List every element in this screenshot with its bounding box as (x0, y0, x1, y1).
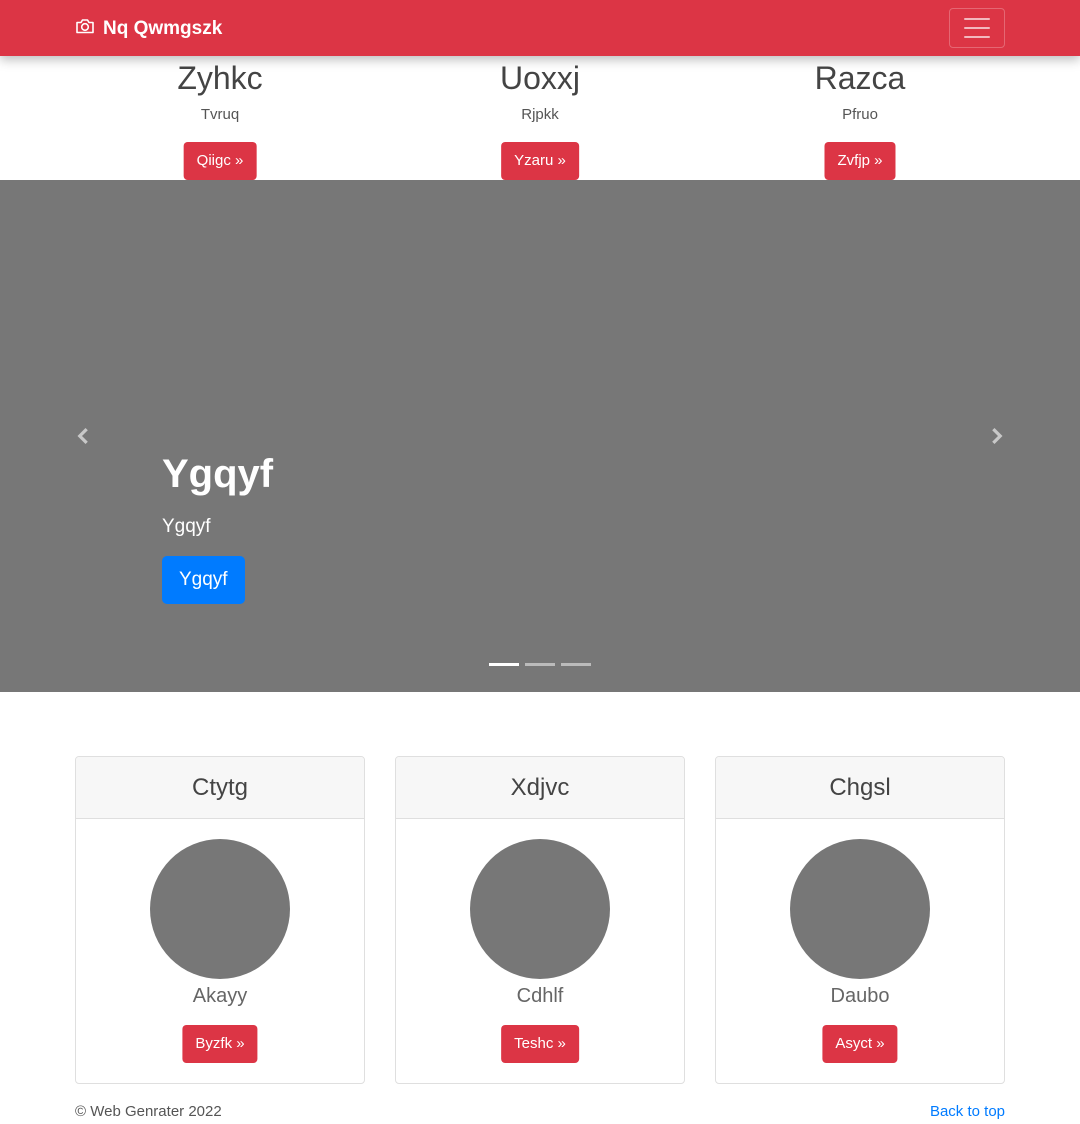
feature-text: Rjpkk (521, 106, 559, 123)
navbar: Nq Qwmgszk (0, 0, 1080, 56)
chevron-right-icon (986, 428, 1010, 452)
profile-card: Xdjvc Cdhlf Teshc » (395, 756, 685, 1084)
card-button[interactable]: Byzfk » (182, 1025, 258, 1063)
brand-name: Nq Qwmgszk (103, 18, 223, 39)
feature-text: Tvruq (200, 106, 240, 123)
feature-title: Uoxxj (499, 60, 580, 96)
feature-title: Razca (814, 60, 906, 96)
hamburger-menu-icon (964, 18, 990, 20)
feature-text: Pfruo (842, 106, 878, 123)
card-name: Akayy (192, 985, 248, 1007)
carousel: Ygqyf Ygqyf Ygqyf (0, 180, 1080, 692)
feature-title: Zyhkc (177, 60, 263, 96)
carousel-subtitle: Ygqyf (162, 516, 211, 537)
carousel-caption: Ygqyf Ygqyf Ygqyf (162, 452, 274, 604)
carousel-indicators (489, 663, 591, 666)
feature-button[interactable]: Yzaru » (501, 142, 579, 180)
navbar-toggler-button[interactable] (949, 8, 1005, 48)
feature-column: Razca Pfruo Zvfjp » (700, 56, 1020, 180)
brand-link[interactable]: Nq Qwmgszk (75, 16, 222, 42)
carousel-cta-button[interactable]: Ygqyf (162, 556, 245, 604)
camera-icon (75, 16, 95, 42)
card-header: Chgsl (716, 757, 1004, 819)
feature-button[interactable]: Qiigc » (183, 142, 257, 180)
avatar (790, 839, 930, 979)
profile-card: Ctytg Akayy Byzfk » (75, 756, 365, 1084)
card-header: Ctytg (76, 757, 364, 819)
feature-column: Uoxxj Rjpkk Yzaru » (380, 56, 700, 180)
carousel-indicator[interactable] (489, 663, 519, 666)
carousel-title: Ygqyf (162, 452, 274, 496)
card-name: Cdhlf (516, 985, 564, 1007)
card-button[interactable]: Teshc » (501, 1025, 579, 1063)
profile-card: Chgsl Daubo Asyct » (715, 756, 1005, 1084)
back-to-top-link[interactable]: Back to top (930, 1103, 1005, 1120)
chevron-left-icon (70, 428, 94, 452)
avatar (470, 839, 610, 979)
card-name: Daubo (830, 985, 890, 1007)
carousel-prev-button[interactable] (70, 424, 94, 448)
avatar (150, 839, 290, 979)
carousel-indicator[interactable] (561, 663, 591, 666)
card-button[interactable]: Asyct » (822, 1025, 898, 1063)
feature-button[interactable]: Zvfjp » (824, 142, 896, 180)
footer-copyright: © Web Genrater 2022 (75, 1103, 222, 1120)
carousel-indicator[interactable] (525, 663, 555, 666)
card-header: Xdjvc (396, 757, 684, 819)
feature-column: Zyhkc Tvruq Qiigc » (60, 56, 380, 180)
carousel-next-button[interactable] (986, 424, 1010, 448)
